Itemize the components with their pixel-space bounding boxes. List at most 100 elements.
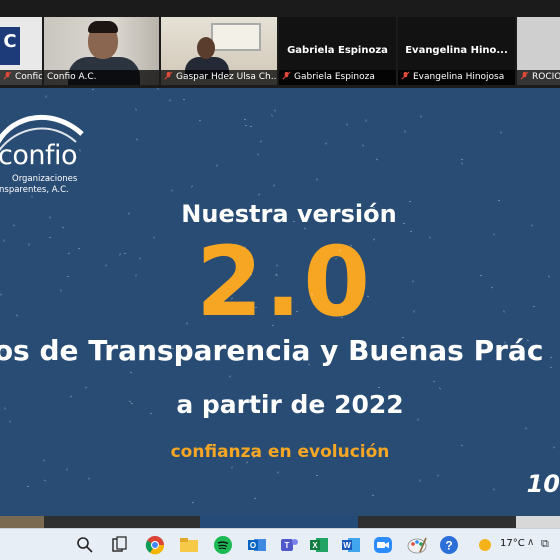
background-speck	[171, 189, 173, 192]
background-speck	[534, 345, 536, 348]
background-speck	[432, 380, 436, 383]
background-speck	[169, 99, 171, 102]
lower-video-strip	[0, 516, 560, 528]
background-speck	[139, 257, 141, 260]
participant-name: Gabriela Espinoza	[294, 72, 375, 82]
background-speck	[13, 224, 15, 227]
background-speck	[60, 289, 62, 292]
slide-corner-number: 10	[526, 470, 560, 498]
background-speck	[229, 375, 231, 378]
task-view-icon[interactable]	[108, 534, 130, 556]
participant-caption: Gaspar Hdez Ulsa Ch...	[161, 70, 277, 85]
excel-icon[interactable]: X	[308, 534, 330, 556]
background-speck	[190, 185, 194, 188]
participant-tile-confio[interactable]: C Confio	[0, 17, 42, 85]
background-speck	[388, 411, 392, 414]
background-speck	[47, 156, 49, 159]
background-speck	[372, 206, 376, 209]
background-speck	[273, 109, 277, 112]
file-explorer-icon[interactable]	[178, 534, 200, 556]
svg-text:?: ?	[445, 539, 452, 553]
paint-icon[interactable]	[406, 534, 428, 556]
chrome-icon[interactable]	[144, 534, 166, 556]
slide-headline: Nuestra versión	[181, 200, 397, 228]
participant-name: Evangelina Hinojosa	[413, 72, 505, 82]
background-speck	[61, 226, 65, 229]
background-speck	[45, 95, 47, 98]
background-speck	[526, 339, 530, 342]
person-head	[197, 37, 215, 59]
background-speck	[49, 216, 51, 219]
background-speck	[292, 220, 296, 223]
background-speck	[525, 427, 527, 430]
background-speck	[504, 341, 506, 344]
word-icon[interactable]: W	[340, 534, 362, 556]
background-speck	[497, 199, 501, 202]
background-speck	[198, 119, 202, 122]
weather-sun-icon[interactable]	[476, 536, 494, 554]
background-speck	[28, 243, 30, 246]
background-speck	[271, 114, 273, 117]
background-speck	[340, 316, 344, 319]
participant-tile-confio-ac[interactable]: Confio A.C.	[44, 17, 159, 85]
background-speck	[503, 310, 505, 313]
background-speck	[26, 485, 30, 488]
background-speck	[338, 249, 342, 252]
background-speck	[1, 349, 5, 352]
participant-tile-rocio[interactable]: ROCIO	[517, 17, 560, 85]
background-speck	[135, 108, 137, 111]
background-speck	[129, 371, 133, 374]
background-speck	[257, 193, 261, 196]
background-speck	[257, 153, 259, 156]
background-speck	[182, 98, 186, 101]
logo-tagline-1: Organizaciones	[12, 174, 78, 184]
background-speck	[171, 347, 175, 350]
background-speck	[253, 497, 257, 500]
muted-mic-icon	[401, 71, 410, 80]
background-speck	[413, 310, 415, 313]
participant-name: ROCIO	[532, 72, 560, 82]
spotify-icon[interactable]	[212, 534, 234, 556]
participant-display-name: Gabriela Espinoza	[287, 45, 388, 56]
search-icon[interactable]	[74, 534, 96, 556]
participant-tile-gaspar[interactable]: Gaspar Hdez Ulsa Ch...	[161, 17, 277, 85]
shared-presentation-slide: confio Organizaciones nsparentes, A.C. N…	[0, 88, 560, 516]
svg-text:W: W	[343, 541, 351, 550]
confio-logo-wordmark: confio	[0, 140, 78, 171]
office-window	[211, 23, 261, 51]
background-speck	[371, 494, 375, 497]
background-speck	[31, 195, 33, 198]
svg-text:O: O	[250, 541, 256, 550]
video-segment	[0, 516, 44, 528]
tray-overflow-chevron-icon[interactable]: ∧	[527, 537, 534, 548]
background-speck	[46, 176, 50, 179]
weather-temperature[interactable]: 17°C	[500, 538, 525, 549]
background-speck	[366, 295, 370, 298]
background-speck	[4, 407, 6, 410]
background-speck	[79, 149, 81, 152]
participant-tile-evangelina[interactable]: Evangelina Hino... Evangelina Hinojosa	[398, 17, 515, 85]
background-speck	[460, 444, 464, 447]
background-speck	[532, 305, 536, 308]
background-speck	[420, 115, 422, 118]
background-speck	[88, 477, 90, 480]
background-speck	[419, 479, 421, 482]
teams-icon[interactable]: T	[278, 534, 300, 556]
help-icon[interactable]: ?	[438, 534, 460, 556]
network-icon[interactable]: ⧉	[541, 537, 549, 551]
background-speck	[123, 252, 127, 255]
muted-mic-icon	[3, 71, 12, 80]
participant-tile-gabriela[interactable]: Gabriela Espinoza Gabriela Espinoza	[279, 17, 396, 85]
participant-caption: Evangelina Hinojosa	[398, 70, 515, 85]
background-speck	[271, 324, 275, 327]
outlook-icon[interactable]: O	[246, 534, 268, 556]
muted-mic-icon	[164, 71, 173, 80]
background-speck	[310, 293, 314, 296]
participant-caption: ROCIO	[517, 70, 560, 85]
video-segment	[516, 516, 560, 528]
zoom-meeting-screen: C Confio Confio A.C. Gaspar Hdez Ulsa Ch…	[0, 0, 560, 560]
background-speck	[85, 386, 87, 389]
zoom-icon[interactable]	[372, 534, 394, 556]
logo-letter: C	[0, 27, 20, 65]
participant-name: Confio A.C.	[47, 72, 97, 82]
